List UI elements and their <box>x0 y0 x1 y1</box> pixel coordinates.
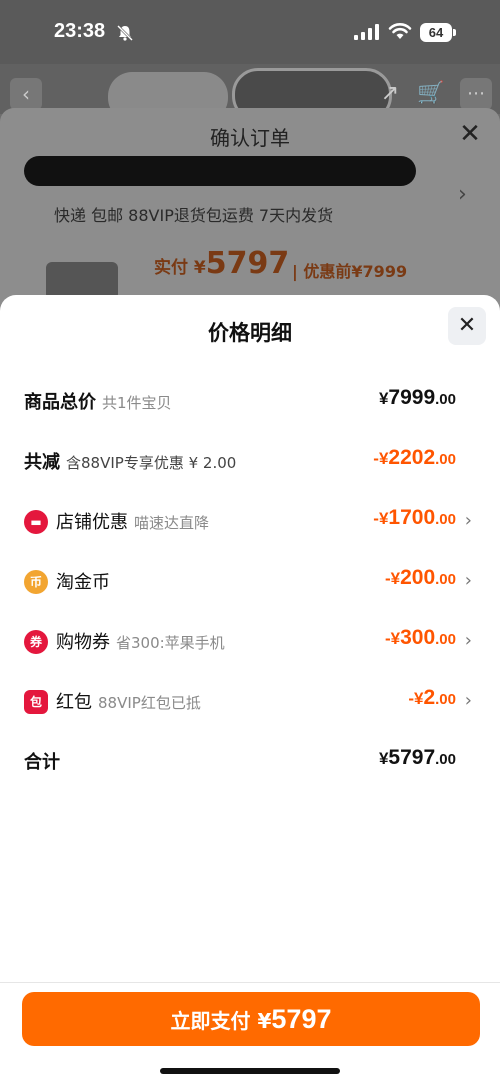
taojinbi-coin-icon: 币 <box>24 570 48 594</box>
pay-now-label: 立即支付 ¥ <box>170 1009 272 1033</box>
price-detail-title: 价格明细 <box>208 321 292 345</box>
row-label: 店铺优惠 喵速达直降 <box>56 512 210 533</box>
row-label: 共减 含88VIP专享优惠 ¥ 2.00 <box>24 452 237 473</box>
home-indicator[interactable] <box>160 1068 340 1074</box>
chevron-right-icon: › <box>464 690 472 711</box>
actual-pay: 实付 ¥5797 <box>154 246 289 281</box>
total-price-row: 商品总价 共1件宝贝 ¥7999.00 <box>0 382 500 422</box>
battery-level: 64 <box>420 23 452 42</box>
row-label: 淘金币 <box>56 572 110 593</box>
cellular-signal-icon <box>354 24 379 40</box>
silent-bell-icon <box>117 25 133 41</box>
chevron-right-icon: › <box>464 570 472 591</box>
row-label: 合计 <box>24 752 60 773</box>
actual-pay-prefix: 实付 ¥ <box>154 258 206 278</box>
row-sub: 喵速达直降 <box>134 514 210 532</box>
row-amount: -¥300.00 <box>384 626 456 649</box>
row-amount: -¥2202.00 <box>373 446 456 469</box>
price-detail-sheet: 价格明细 ✕ 商品总价 共1件宝贝 ¥7999.00 共减 含88VIP专享优惠 ¥… <box>0 295 500 1084</box>
row-sub: 共1件宝贝 <box>102 394 172 412</box>
row-sub: 含88VIP专享优惠 ¥ 2.00 <box>66 454 237 472</box>
back-arrow-icon: ‹ <box>10 78 42 110</box>
confirm-close-icon: ✕ <box>459 119 481 149</box>
shopping-voucher-icon: 券 <box>24 630 48 654</box>
actual-pay-amount: 5797 <box>205 246 290 281</box>
row-sub: 88VIP红包已抵 <box>98 694 201 712</box>
status-bar: 23:38 64 <box>0 0 500 64</box>
row-amount: -¥2.00 <box>408 686 456 709</box>
battery-icon: 64 <box>420 23 456 42</box>
chevron-right-icon: › <box>458 182 467 207</box>
total-discount-row: 共减 含88VIP专享优惠 ¥ 2.00 -¥2202.00 <box>0 442 500 482</box>
row-amount: ¥5797.00 <box>378 746 456 769</box>
row-amount: -¥1700.00 <box>373 506 456 529</box>
battery-tip <box>453 29 456 36</box>
grand-total-row: 合计 ¥5797.00 <box>0 742 500 782</box>
share-icon: ↗ <box>380 81 400 106</box>
taojinbi-row[interactable]: 币 淘金币 -¥200.00 › <box>0 562 500 602</box>
red-packet-icon: 包 <box>24 690 48 714</box>
row-label: 购物券 省300:苹果手机 <box>56 632 225 653</box>
row-label: 红包 88VIP红包已抵 <box>56 692 201 713</box>
chevron-right-icon: › <box>464 630 472 651</box>
original-price: | 优惠前¥7999 <box>292 262 408 281</box>
shipping-info: 快递 包邮 88VIP退货包运费 7天内发货 <box>54 206 334 225</box>
close-button[interactable]: ✕ <box>448 307 486 345</box>
wifi-icon <box>388 23 412 39</box>
row-amount: ¥7999.00 <box>378 386 456 409</box>
store-discount-row[interactable]: ▬ 店铺优惠 喵速达直降 -¥1700.00 › <box>0 502 500 542</box>
red-packet-row[interactable]: 包 红包 88VIP红包已抵 -¥2.00 › <box>0 682 500 722</box>
pay-now-button[interactable]: 立即支付 ¥5797 <box>22 992 480 1046</box>
bottom-divider <box>0 982 500 983</box>
store-coupon-icon: ▬ <box>24 510 48 534</box>
status-time: 23:38 <box>54 20 106 42</box>
redacted-product-title <box>24 156 416 186</box>
cart-icon: 🛒 <box>417 81 445 106</box>
chevron-right-icon: › <box>464 510 472 531</box>
row-amount: -¥200.00 <box>384 566 456 589</box>
confirm-order-title: 确认订单 <box>210 126 290 150</box>
row-label: 商品总价 共1件宝贝 <box>24 392 172 413</box>
pay-now-amount: 5797 <box>271 1004 332 1034</box>
product-page-header: ‹ ↗ 🛒 ⋯ <box>0 64 500 122</box>
row-sub: 省300:苹果手机 <box>116 634 225 652</box>
more-icon: ⋯ <box>460 78 492 110</box>
shopping-voucher-row[interactable]: 券 购物券 省300:苹果手机 -¥300.00 › <box>0 622 500 662</box>
